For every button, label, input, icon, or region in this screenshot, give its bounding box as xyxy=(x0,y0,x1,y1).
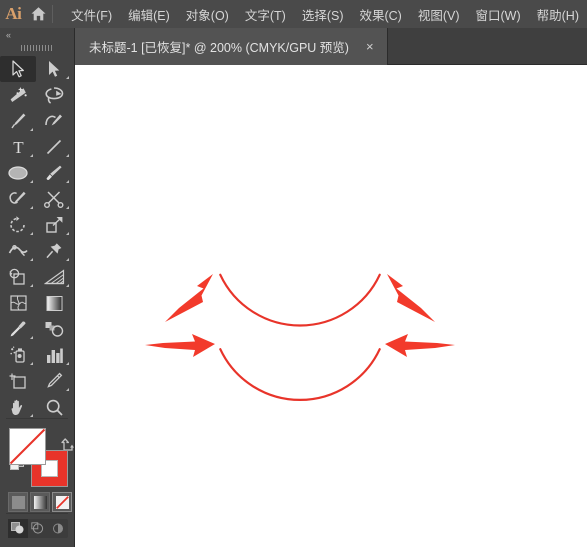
collapse-panel-icon[interactable]: « xyxy=(0,28,74,42)
document-tab[interactable]: 未标题-1 [已恢复]* @ 200% (CMYK/GPU 预览) × xyxy=(75,28,388,65)
menu-select[interactable]: 选择(S) xyxy=(294,1,352,28)
symbol-sprayer-tool[interactable] xyxy=(0,342,36,368)
tool-flyout-indicator xyxy=(30,284,33,287)
lasso-tool[interactable] xyxy=(36,82,72,108)
tool-flyout-indicator xyxy=(66,362,69,365)
tool-flyout-indicator xyxy=(66,154,69,157)
color-mode-buttons xyxy=(8,492,72,512)
type-tool[interactable]: T xyxy=(0,134,36,160)
circle-arc-bottom xyxy=(219,348,381,401)
tool-flyout-indicator xyxy=(30,258,33,261)
draw-behind-button[interactable] xyxy=(28,519,48,538)
svg-text:T: T xyxy=(13,138,24,156)
none-mode-button[interactable] xyxy=(52,492,72,512)
close-icon[interactable]: × xyxy=(363,38,377,55)
tool-grid: T xyxy=(0,56,74,420)
gradient-mode-button[interactable] xyxy=(30,492,50,512)
width-tool[interactable] xyxy=(0,238,36,264)
menu-item-list: 文件(F) 编辑(E) 对象(O) 文字(T) 选择(S) 效果(C) 视图(V… xyxy=(63,1,587,28)
fill-swatch[interactable] xyxy=(9,428,46,465)
gradient-tool[interactable] xyxy=(36,290,72,316)
tools-panel: « T xyxy=(0,28,75,547)
draw-normal-button[interactable] xyxy=(8,519,28,538)
menu-type[interactable]: 文字(T) xyxy=(237,1,294,28)
blend-tool[interactable] xyxy=(36,316,72,342)
menu-file[interactable]: 文件(F) xyxy=(63,1,120,28)
document-tab-title: 未标题-1 [已恢复]* @ 200% (CMYK/GPU 预览) xyxy=(89,41,349,55)
panel-grip[interactable] xyxy=(0,42,74,54)
pen-tool[interactable] xyxy=(0,108,36,134)
illustrator-window: Ai 文件(F) 编辑(E) 对象(O) 文字(T) 选择(S) 效果(C) 视… xyxy=(0,0,587,547)
color-mode-button[interactable] xyxy=(8,492,28,512)
tool-flyout-indicator xyxy=(30,336,33,339)
column-graph-tool[interactable] xyxy=(36,342,72,368)
tool-flyout-indicator xyxy=(30,128,33,131)
menu-help[interactable]: 帮助(H) xyxy=(529,1,587,28)
menu-effect[interactable]: 效果(C) xyxy=(351,1,409,28)
ellipse-tool[interactable] xyxy=(0,160,36,186)
draw-inside-button[interactable] xyxy=(48,519,68,538)
scale-tool[interactable] xyxy=(36,212,72,238)
scissors-tool[interactable] xyxy=(36,186,72,212)
tool-flyout-indicator xyxy=(30,232,33,235)
arrow-lower-right xyxy=(385,334,455,357)
color-controls xyxy=(0,400,75,547)
menubar-divider xyxy=(52,5,54,23)
magic-wand-tool[interactable] xyxy=(0,82,36,108)
curvature-tool[interactable] xyxy=(36,108,72,134)
menu-view[interactable]: 视图(V) xyxy=(410,1,468,28)
circle-arc-top xyxy=(219,273,381,327)
tool-flyout-indicator xyxy=(30,154,33,157)
draw-mode-buttons xyxy=(8,519,68,538)
line-segment-tool[interactable] xyxy=(36,134,72,160)
arrow-upper-left xyxy=(165,274,213,322)
document-canvas[interactable] xyxy=(75,65,587,547)
arrow-group xyxy=(145,274,455,357)
tool-flyout-indicator xyxy=(66,388,69,391)
selection-tool[interactable] xyxy=(0,56,36,82)
tool-flyout-indicator xyxy=(30,206,33,209)
document-tab-bar: 未标题-1 [已恢复]* @ 200% (CMYK/GPU 预览) × xyxy=(75,28,587,65)
shaper-tool[interactable] xyxy=(0,186,36,212)
eyedropper-tool[interactable] xyxy=(0,316,36,342)
tool-flyout-indicator xyxy=(30,180,33,183)
tool-flyout-indicator xyxy=(66,258,69,261)
direct-selection-tool[interactable] xyxy=(36,56,72,82)
tool-flyout-indicator xyxy=(66,76,69,79)
broken-circle-path xyxy=(219,273,381,401)
menu-bar: Ai 文件(F) 编辑(E) 对象(O) 文字(T) 选择(S) 效果(C) 视… xyxy=(0,0,587,28)
mesh-tool[interactable] xyxy=(0,290,36,316)
menu-window[interactable]: 窗口(W) xyxy=(468,1,529,28)
paintbrush-tool[interactable] xyxy=(36,160,72,186)
free-transform-tool[interactable] xyxy=(36,238,72,264)
tool-flyout-indicator xyxy=(66,206,69,209)
app-logo: Ai xyxy=(5,4,22,23)
slice-tool[interactable] xyxy=(36,368,72,394)
shape-builder-tool[interactable] xyxy=(0,264,36,290)
menu-edit[interactable]: 编辑(E) xyxy=(120,1,178,28)
perspective-grid-tool[interactable] xyxy=(36,264,72,290)
tool-flyout-indicator xyxy=(66,232,69,235)
menu-object[interactable]: 对象(O) xyxy=(178,1,237,28)
tool-flyout-indicator xyxy=(66,180,69,183)
home-icon[interactable] xyxy=(27,0,51,28)
tool-flyout-indicator xyxy=(30,362,33,365)
artboard-tool[interactable] xyxy=(0,368,36,394)
circle-with-arrows-artwork xyxy=(145,273,455,401)
arrow-upper-right xyxy=(387,274,435,322)
rotate-tool[interactable] xyxy=(0,212,36,238)
arrow-lower-left xyxy=(145,334,215,357)
tool-flyout-indicator xyxy=(66,284,69,287)
